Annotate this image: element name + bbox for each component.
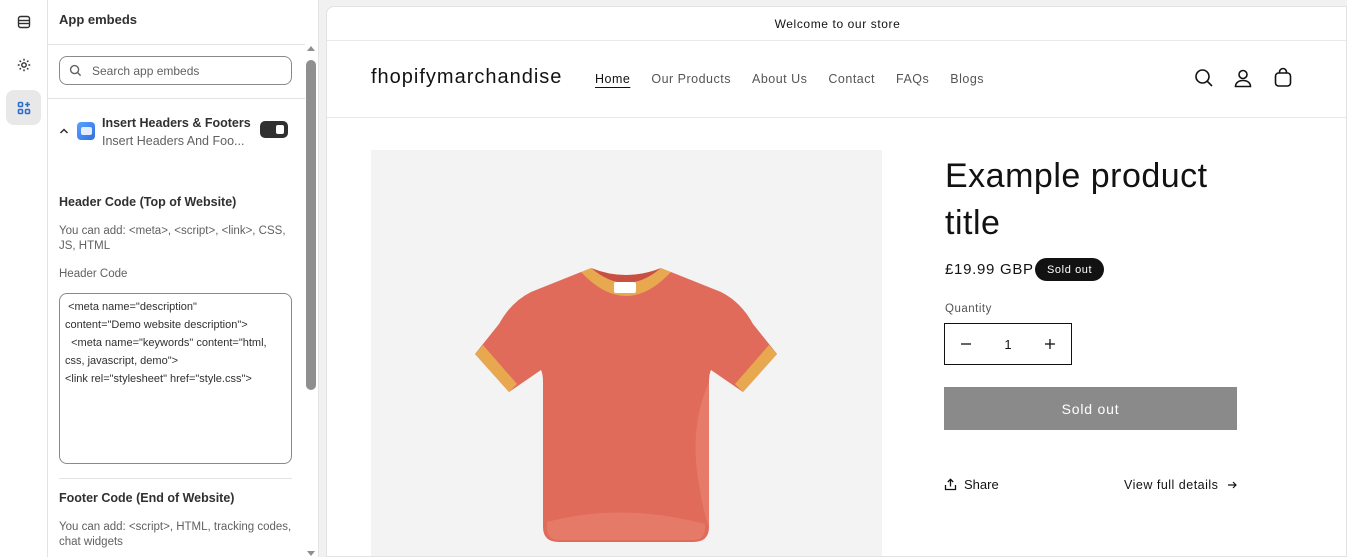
search-icon [69, 64, 82, 77]
share-icon [944, 478, 957, 491]
cart-icon[interactable] [1272, 67, 1294, 89]
nav-our-products[interactable]: Our Products [651, 72, 731, 86]
sold-out-badge: Sold out [1035, 258, 1105, 281]
tshirt-image [475, 268, 777, 542]
share-label: Share [964, 477, 999, 492]
scrollbar-thumb[interactable] [306, 60, 316, 390]
app-embed-subtitle: Insert Headers And Foo... [102, 134, 245, 148]
share-button[interactable]: Share [944, 477, 999, 492]
plus-icon [1045, 339, 1055, 349]
divider [59, 478, 292, 479]
sections-button[interactable] [6, 4, 41, 39]
nav-faqs[interactable]: FAQs [896, 72, 929, 86]
chevron-up-icon[interactable] [58, 125, 70, 137]
announcement-bar: Welcome to our store [327, 7, 1346, 41]
search-input[interactable] [92, 63, 272, 78]
gear-icon [17, 58, 30, 71]
header-code-label: Header Code [59, 268, 128, 280]
nav-contact[interactable]: Contact [828, 72, 875, 86]
panel-title: App embeds [59, 12, 138, 27]
quantity-stepper: 1 [944, 323, 1072, 365]
product-price: £19.99 GBP [945, 261, 1034, 278]
app-embed-name: Insert Headers & Footers [102, 116, 251, 130]
header-code-textarea[interactable]: <meta name="description" content="Demo w… [59, 293, 292, 464]
increase-quantity-button[interactable] [1029, 324, 1071, 364]
product-media[interactable] [371, 150, 882, 556]
toggle-knob [276, 125, 284, 134]
footer-code-heading: Footer Code (End of Website) [59, 491, 235, 505]
arrow-right-icon [1228, 481, 1238, 489]
search-field[interactable] [59, 56, 292, 85]
scroll-up-arrow[interactable] [307, 46, 315, 51]
quantity-input[interactable]: 1 [987, 324, 1029, 364]
main-nav: Home Our Products About Us Contact FAQs … [595, 72, 984, 86]
quantity-label: Quantity [945, 303, 992, 315]
divider [48, 98, 305, 99]
nav-blogs[interactable]: Blogs [950, 72, 984, 86]
header-code-heading: Header Code (Top of Website) [59, 195, 237, 209]
product-title: Example product title [945, 157, 1208, 242]
search-icon[interactable] [1193, 67, 1215, 89]
scroll-down-arrow[interactable] [307, 551, 315, 556]
minus-icon [961, 343, 971, 345]
store-logo[interactable]: fhopifymarchandise [371, 66, 562, 89]
app-logo-icon [77, 122, 95, 140]
view-details-label: View full details [1124, 478, 1219, 492]
store-header: fhopifymarchandise Home Our Products Abo… [327, 41, 1346, 118]
view-full-details-link[interactable]: View full details [1124, 478, 1238, 492]
nav-home[interactable]: Home [595, 72, 630, 86]
app-embeds-button[interactable] [6, 90, 41, 125]
app-embed-toggle[interactable] [260, 121, 288, 138]
sold-out-button[interactable]: Sold out [944, 387, 1237, 430]
store-preview: Welcome to our store fhopifymarchandise … [326, 6, 1347, 557]
theme-settings-button[interactable] [6, 47, 41, 82]
sections-icon [17, 15, 30, 28]
header-code-help: You can add: <meta>, <script>, <link>, C… [59, 225, 286, 252]
decrease-quantity-button[interactable] [945, 324, 987, 364]
theme-editor: App embeds Insert Headers & Footers Inse… [0, 0, 1347, 557]
footer-code-help: You can add: <script>, HTML, tracking co… [59, 521, 292, 548]
app-embeds-panel: App embeds Insert Headers & Footers Inse… [48, 0, 319, 557]
account-icon[interactable] [1232, 67, 1254, 89]
divider [48, 44, 305, 45]
app-embed-item[interactable]: Insert Headers & Footers Insert Headers … [48, 107, 306, 157]
app-embeds-icon [17, 101, 30, 114]
editor-sidebar-rail [0, 0, 48, 557]
nav-about-us[interactable]: About Us [752, 72, 807, 86]
